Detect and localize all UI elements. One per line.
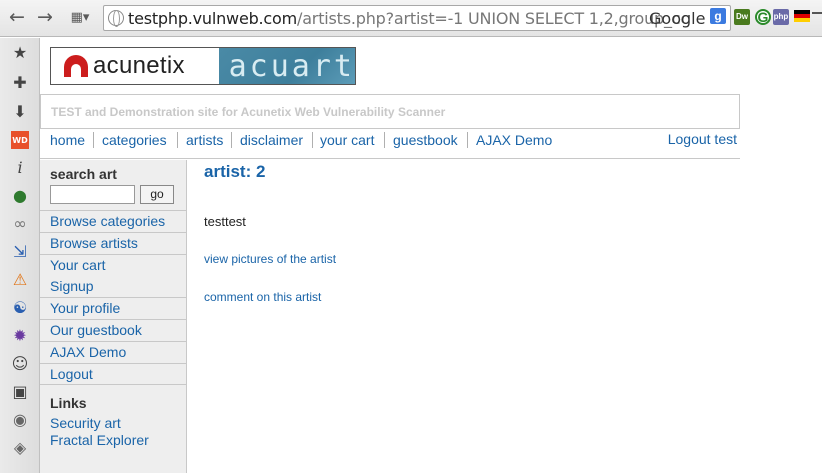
sidebar-item-logout[interactable]: Logout (40, 363, 187, 385)
nav-separator (312, 132, 313, 148)
sidebar-item-your-profile[interactable]: Your profile (40, 297, 187, 319)
palette-icon[interactable]: ☺ (11, 354, 29, 373)
link-fractal-explorer[interactable]: Fractal Explorer (50, 432, 149, 448)
google-icon[interactable]: g (710, 8, 726, 24)
search-engine-label[interactable]: Google (649, 9, 705, 28)
nav-artists[interactable]: artists (186, 132, 223, 148)
php-extension-icon[interactable]: php (773, 9, 789, 25)
german-flag-icon[interactable] (794, 10, 810, 22)
link-security-art[interactable]: Security art (50, 415, 121, 431)
links-box: Links Security art Fractal Explorer (40, 384, 187, 448)
apps-grid-icon[interactable]: ▦▾ (64, 6, 96, 28)
eraser-icon[interactable]: ◈ (11, 438, 29, 457)
browser-toolbar: ← → ▦▾ testphp.vulnweb.com/artists.php?a… (0, 0, 822, 37)
globe-icon (108, 10, 124, 27)
nav-guestbook[interactable]: guestbook (393, 132, 458, 148)
layout-icon[interactable]: ▣ (11, 382, 29, 401)
warning-icon[interactable]: ⚠ (11, 270, 29, 289)
top-navigation: home categories artists disclaimer your … (40, 129, 740, 159)
green-orb-icon[interactable]: ● (11, 186, 29, 205)
sidebar-item-browse-artists[interactable]: Browse artists (40, 232, 187, 254)
acunetix-logo: acunetix (51, 48, 219, 84)
sidebar-item-signup[interactable]: Signup (40, 276, 187, 298)
globe-icon[interactable]: ◉ (11, 410, 29, 429)
menu-icon[interactable] (812, 12, 822, 24)
artist-name: testtest (204, 214, 246, 229)
page-title: artist: 2 (204, 162, 266, 181)
links-title: Links (50, 395, 87, 411)
nav-separator (384, 132, 385, 148)
search-title: search art (50, 166, 117, 182)
nav-categories[interactable]: categories (102, 132, 167, 148)
sidebar-item-our-guestbook[interactable]: Our guestbook (40, 319, 187, 341)
back-arrow-icon[interactable]: ← (6, 6, 28, 28)
go-button[interactable]: go (140, 185, 174, 204)
pointer-icon[interactable]: ⇲ (11, 242, 29, 261)
info-icon[interactable]: i (11, 158, 29, 177)
address-bar[interactable]: testphp.vulnweb.com/artists.php?artist=-… (103, 5, 731, 31)
site-logo[interactable]: acunetix acuart (50, 47, 356, 85)
download-icon[interactable]: ⬇ (11, 102, 29, 121)
comment-link[interactable]: comment on this artist (204, 290, 321, 304)
gear-icon[interactable]: ✹ (11, 326, 29, 345)
web-developer-icon[interactable]: WD (11, 131, 29, 149)
puzzle-icon[interactable]: ✚ (11, 73, 29, 92)
nav-separator (467, 132, 468, 148)
nav-separator (231, 132, 232, 148)
logout-link[interactable]: Logout test (668, 131, 737, 147)
tagline-box: TEST and Demonstration site for Acunetix… (40, 94, 740, 129)
sidebar-item-your-cart[interactable]: Your cart (40, 254, 187, 276)
nav-separator (177, 132, 178, 148)
url-text[interactable]: testphp.vulnweb.com/artists.php?artist=-… (128, 9, 689, 28)
swirl-icon[interactable]: ☯ (11, 298, 29, 317)
extension-sidebar: ★ ✚ ⬇ WD i ● ∞ ⇲ ⚠ ☯ ✹ ☺ ▣ ◉ ◈ ⌄ (0, 38, 40, 473)
sidebar-item-browse-categories[interactable]: Browse categories (40, 210, 187, 232)
link-icon[interactable]: ∞ (11, 214, 29, 233)
star-icon[interactable]: ★ (11, 43, 29, 62)
forward-arrow-icon[interactable]: → (34, 6, 56, 28)
sidebar-item-ajax-demo[interactable]: AJAX Demo (40, 341, 187, 363)
tagline: TEST and Demonstration site for Acunetix… (51, 105, 446, 119)
nav-home[interactable]: home (50, 132, 85, 148)
left-sidebar: search art go Browse categories Browse a… (40, 160, 187, 473)
nav-disclaimer[interactable]: disclaimer (240, 132, 303, 148)
search-input[interactable] (50, 185, 135, 204)
dreamweaver-extension-icon[interactable]: Dw (734, 9, 750, 25)
nav-separator (93, 132, 94, 148)
acuart-logo: acuart (218, 48, 355, 84)
acunetix-mark-icon (64, 55, 88, 77)
nav-ajax-demo[interactable]: AJAX Demo (476, 132, 552, 148)
nav-your-cart[interactable]: your cart (320, 132, 374, 148)
view-pictures-link[interactable]: view pictures of the artist (204, 252, 336, 266)
chevron-down-icon[interactable]: ⌄ (11, 462, 29, 473)
g-extension-icon[interactable]: G (755, 9, 771, 25)
